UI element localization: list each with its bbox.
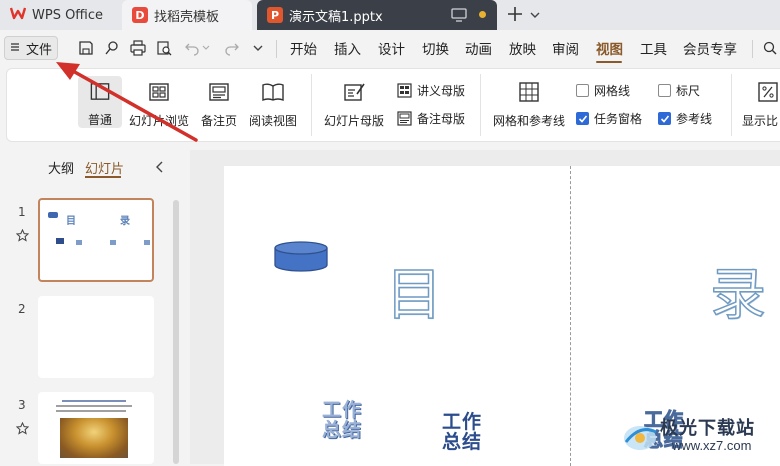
annotation-arrow bbox=[56, 62, 198, 142]
